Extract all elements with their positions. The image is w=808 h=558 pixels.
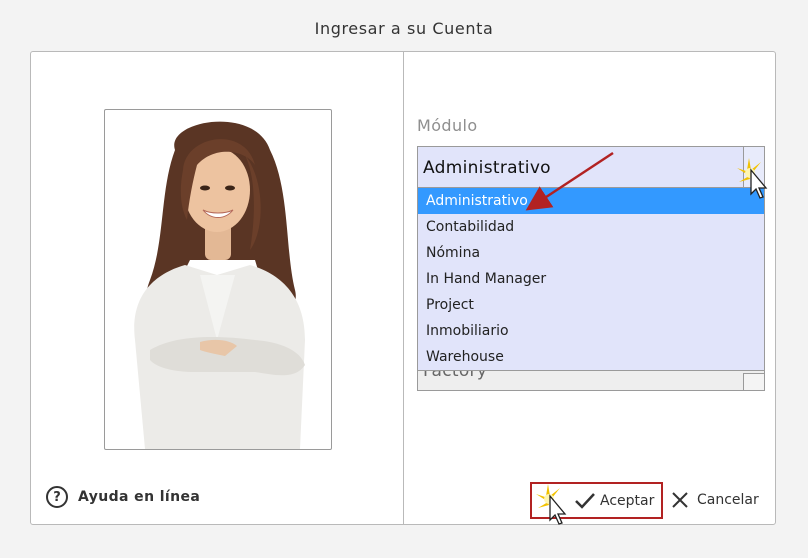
option-in-hand-manager[interactable]: In Hand Manager	[418, 266, 764, 292]
module-label: Módulo	[417, 116, 478, 135]
dialog-title: Ingresar a su Cuenta	[314, 19, 494, 38]
close-icon	[672, 492, 688, 508]
login-panel: ? Ayuda en línea Módulo Factory Administ…	[30, 51, 776, 525]
option-inmobiliario[interactable]: Inmobiliario	[418, 318, 764, 344]
panel-divider	[403, 52, 404, 524]
check-icon	[575, 492, 595, 509]
dropdown-arrow-button[interactable]	[743, 147, 764, 187]
option-warehouse[interactable]: Warehouse	[418, 344, 764, 370]
help-link[interactable]: ? Ayuda en línea	[46, 486, 200, 508]
user-photo	[104, 109, 332, 450]
accept-label: Aceptar	[600, 492, 655, 509]
option-nomina[interactable]: Nómina	[418, 240, 764, 266]
help-label: Ayuda en línea	[78, 489, 201, 505]
option-administrativo[interactable]: Administrativo	[418, 188, 764, 214]
cancel-label: Cancelar	[697, 492, 759, 508]
help-icon: ?	[46, 486, 68, 508]
module-dropdown-list: Administrativo Contabilidad Nómina In Ha…	[417, 188, 765, 371]
accept-button[interactable]: Aceptar	[530, 482, 663, 519]
option-project[interactable]: Project	[418, 292, 764, 318]
module-select[interactable]: Administrativo	[417, 146, 765, 188]
cancel-button[interactable]: Cancelar	[671, 486, 759, 514]
option-contabilidad[interactable]: Contabilidad	[418, 214, 764, 240]
module-select-value: Administrativo	[423, 158, 551, 178]
secondary-select-arrow[interactable]	[743, 373, 764, 390]
